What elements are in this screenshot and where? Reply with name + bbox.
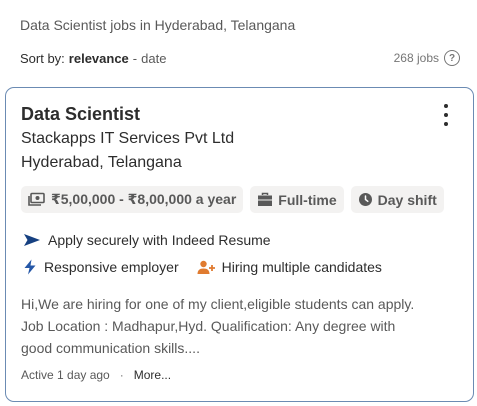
job-snippet: Hi,We are hiring for one of my client,el… (21, 296, 415, 356)
lightning-icon (24, 259, 36, 275)
salary-label: ₹5,00,000 - ₹8,00,000 a year (51, 191, 237, 207)
people-add-icon (197, 260, 215, 274)
sort-date-link[interactable]: date (141, 51, 166, 66)
job-count: 268 jobs ? (394, 50, 460, 66)
posted-date: Active 1 day ago (21, 368, 110, 382)
job-count-label: 268 jobs (393, 51, 439, 65)
footer-dot: · (119, 368, 124, 382)
sort-prefix-label: Sort by: (20, 50, 65, 66)
sort-bar: Sort by: relevance - date 268 jobs ? (20, 50, 460, 66)
employer-badges-row: Responsive employer Hiring multiple cand… (23, 259, 382, 275)
clock-icon (358, 193, 372, 206)
sort-options: Sort by: relevance - date (20, 51, 166, 66)
hiring-multiple-label: Hiring multiple candidates (221, 259, 382, 275)
apply-note: Apply securely with Indeed Resume (48, 232, 271, 248)
briefcase-icon (258, 192, 273, 206)
job-title[interactable]: Data Scientist (21, 104, 140, 125)
shift-chip: Day shift (350, 186, 444, 213)
more-link[interactable]: More... (134, 368, 171, 382)
help-icon[interactable]: ? (444, 50, 460, 66)
money-icon (28, 192, 45, 206)
company-name: Stackapps IT Services Pvt Ltd (21, 130, 235, 147)
responsive-employer-label: Responsive employer (44, 259, 179, 275)
apply-easily-row: Apply securely with Indeed Resume (23, 232, 271, 248)
salary-chip: ₹5,00,000 - ₹8,00,000 a year (21, 186, 244, 213)
job-attributes: ₹5,00,000 - ₹8,00,000 a year Full-time D… (21, 186, 444, 213)
job-card-footer: Active 1 day ago · More... (21, 368, 171, 382)
search-results-heading: Data Scientist jobs in Hyderabad, Telang… (20, 17, 296, 33)
shift-label: Day shift (377, 191, 437, 208)
job-type-label: Full-time (278, 191, 337, 208)
kebab-menu-icon[interactable] (437, 104, 455, 126)
job-location: Hyderabad, Telangana (21, 154, 182, 171)
send-arrow-icon (24, 234, 40, 246)
sort-relevance-option[interactable]: relevance (69, 51, 129, 66)
job-card[interactable]: Data Scientist Stackapps IT Services Pvt… (5, 87, 474, 402)
sort-separator: - (132, 50, 138, 66)
job-type-chip: Full-time (250, 186, 344, 213)
